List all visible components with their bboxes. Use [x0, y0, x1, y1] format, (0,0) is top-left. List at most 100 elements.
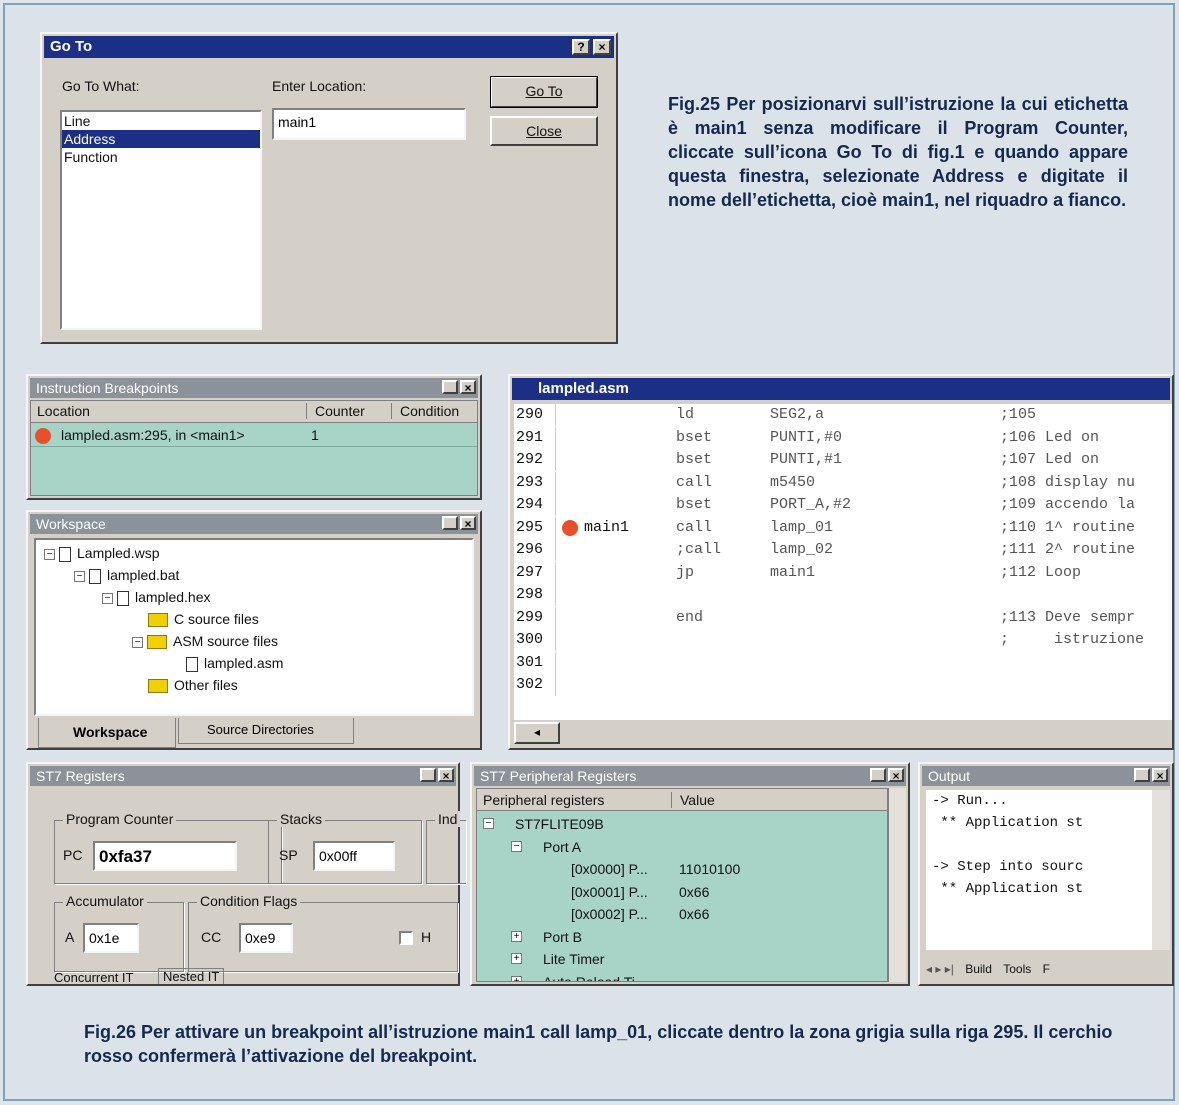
expand-icon[interactable]: +	[511, 975, 522, 981]
tree-item-hex[interactable]: − lampled.hex	[102, 586, 211, 608]
breakpoint-icon[interactable]	[562, 519, 578, 536]
vertical-scrollbar[interactable]	[888, 788, 906, 982]
table-row[interactable]: [0x0000] P... 11010100	[477, 858, 887, 880]
go-to-what-list[interactable]: Line Address Function	[60, 110, 262, 330]
close-icon[interactable]: ×	[438, 768, 454, 782]
fig25-caption: Fig.25 Per posizionarvi sull’istruzione …	[668, 94, 1128, 210]
go-to-button[interactable]: Go To	[490, 76, 598, 108]
tree-item-asm-sources[interactable]: − ASM source files	[132, 630, 278, 652]
close-icon[interactable]: ×	[888, 768, 904, 782]
tree-item-wsp[interactable]: − Lampled.wsp	[44, 542, 160, 564]
code-line[interactable]: 299 end ;113 Deve sempr	[514, 606, 1172, 629]
col-condition[interactable]: Condition	[391, 403, 459, 419]
restore-icon[interactable]	[420, 768, 436, 782]
help-button[interactable]: ?	[572, 39, 590, 55]
tree-item-other[interactable]: Other files	[148, 674, 238, 696]
table-row[interactable]: [0x0001] P... 0x66	[477, 881, 887, 903]
tree-item-bat[interactable]: − lampled.bat	[74, 564, 179, 586]
restore-icon[interactable]	[442, 516, 458, 530]
a-field[interactable]: 0x1e	[83, 923, 139, 953]
code-line[interactable]: 300 ; istruzione	[514, 629, 1172, 651]
nav-arrows-icon[interactable]: ◂ ▸ ▸|	[926, 962, 954, 976]
editor-title: lampled.asm	[538, 380, 629, 397]
peripheral-name: [0x0002] P...	[571, 906, 648, 922]
restore-icon[interactable]	[442, 380, 458, 394]
tree-item-c-sources[interactable]: C source files	[148, 608, 259, 630]
collapse-icon[interactable]: −	[132, 636, 143, 648]
code-comment: ;112 Loop	[1000, 563, 1082, 581]
code-line[interactable]: 296 ;call lamp_02 ;111 2^ routine	[514, 539, 1172, 561]
col-peripheral[interactable]: Peripheral registers	[483, 792, 604, 808]
code-line[interactable]: 298	[514, 584, 1172, 606]
cc-label: CC	[201, 929, 222, 945]
tab-source-directories[interactable]: Source Directories	[178, 718, 354, 744]
list-item[interactable]: Line	[62, 112, 260, 130]
code-line[interactable]: 290 ld SEG2,a ;105	[514, 404, 1172, 426]
list-item[interactable]: Function	[62, 148, 260, 166]
tab-tools[interactable]: Tools	[1003, 962, 1031, 976]
h-checkbox[interactable]	[399, 931, 413, 945]
collapse-icon[interactable]: −	[74, 570, 85, 582]
table-row[interactable]: − Port A	[477, 836, 887, 858]
breakpoints-title: Instruction Breakpoints	[36, 380, 179, 396]
peripheral-value: 0x66	[679, 883, 710, 900]
table-row[interactable]: + Port B	[477, 926, 887, 948]
code-line[interactable]: 291 bset PUNTI,#0 ;106 Led on	[514, 426, 1172, 449]
close-icon[interactable]: ×	[593, 39, 611, 55]
collapse-icon[interactable]: −	[483, 818, 494, 829]
sp-field[interactable]: 0x00ff	[313, 841, 395, 871]
table-row[interactable]: − ST7FLITE09B	[477, 813, 887, 835]
output-vscroll[interactable]	[1152, 790, 1170, 950]
tab-workspace[interactable]: Workspace	[38, 718, 176, 748]
a-label: A	[65, 929, 75, 945]
output-text: -> Run... ** Application st -> Step into …	[926, 790, 1152, 950]
tab-concurrent-it[interactable]: Concurrent IT	[54, 970, 133, 985]
tree-item-asm-file[interactable]: lampled.asm	[186, 652, 283, 674]
tab-f[interactable]: F	[1043, 962, 1050, 976]
table-row[interactable]: + Auto Reload Ti...	[477, 971, 887, 981]
peripheral-name: Lite Timer	[543, 951, 605, 967]
close-icon[interactable]: ×	[460, 380, 476, 394]
expand-icon[interactable]: +	[511, 930, 522, 942]
cc-field[interactable]: 0xe9	[239, 923, 293, 953]
code-operand: PUNTI,#0	[770, 428, 843, 446]
col-location[interactable]: Location	[37, 403, 90, 419]
line-number: 297	[516, 561, 556, 584]
location-input[interactable]: main1	[272, 108, 466, 140]
collapse-icon[interactable]: −	[511, 840, 522, 852]
code-line[interactable]: 292 bset PUNTI,#1 ;107 Led on	[514, 449, 1172, 471]
col-counter[interactable]: Counter	[306, 403, 365, 419]
tab-build[interactable]: Build	[965, 962, 992, 976]
code-line[interactable]: 302	[514, 674, 1172, 696]
horizontal-scrollbar[interactable]: ◂	[514, 722, 560, 744]
table-row[interactable]: lampled.asm:295, in <main1> 1	[31, 425, 477, 447]
list-item[interactable]: Address	[62, 130, 260, 148]
line-number: 300	[516, 629, 556, 651]
expand-icon[interactable]: +	[511, 953, 522, 964]
code-operand: SEG2,a	[770, 406, 825, 423]
table-row[interactable]: + Lite Timer	[477, 948, 887, 970]
close-button-label: Close	[526, 123, 562, 139]
pc-field[interactable]: 0xfa37	[93, 841, 237, 871]
code-line[interactable]: 293 call m5450 ;108 display nu	[514, 471, 1172, 494]
output-line: ** Application st	[932, 815, 1084, 831]
table-row[interactable]: [0x0002] P... 0x66	[477, 903, 887, 925]
code-operand: PORT_A,#2	[770, 496, 852, 513]
code-line[interactable]: 294 bset PORT_A,#2 ;109 accendo la	[514, 494, 1172, 516]
close-icon[interactable]: ×	[1152, 768, 1168, 782]
collapse-icon[interactable]: −	[44, 548, 55, 560]
restore-icon[interactable]	[1134, 768, 1150, 782]
peripheral-name: Port B	[543, 928, 582, 945]
close-icon[interactable]: ×	[460, 516, 476, 530]
code-line[interactable]: 295 main1 call lamp_01 ;110 1^ routine	[514, 516, 1172, 539]
code-line[interactable]: 301	[514, 651, 1172, 674]
tab-nested-it[interactable]: Nested IT	[158, 968, 225, 984]
go-to-button-label: Go To	[525, 83, 563, 99]
code-line[interactable]: 297 jp main1 ;112 Loop	[514, 561, 1172, 584]
close-button[interactable]: Close	[490, 116, 598, 146]
restore-icon[interactable]	[870, 768, 886, 782]
collapse-icon[interactable]: −	[102, 592, 113, 604]
code-area[interactable]: 290 ld SEG2,a ;105 291 bset PUNTI,#0 ;106 Led o…	[514, 404, 1172, 720]
col-value[interactable]: Value	[671, 792, 715, 808]
